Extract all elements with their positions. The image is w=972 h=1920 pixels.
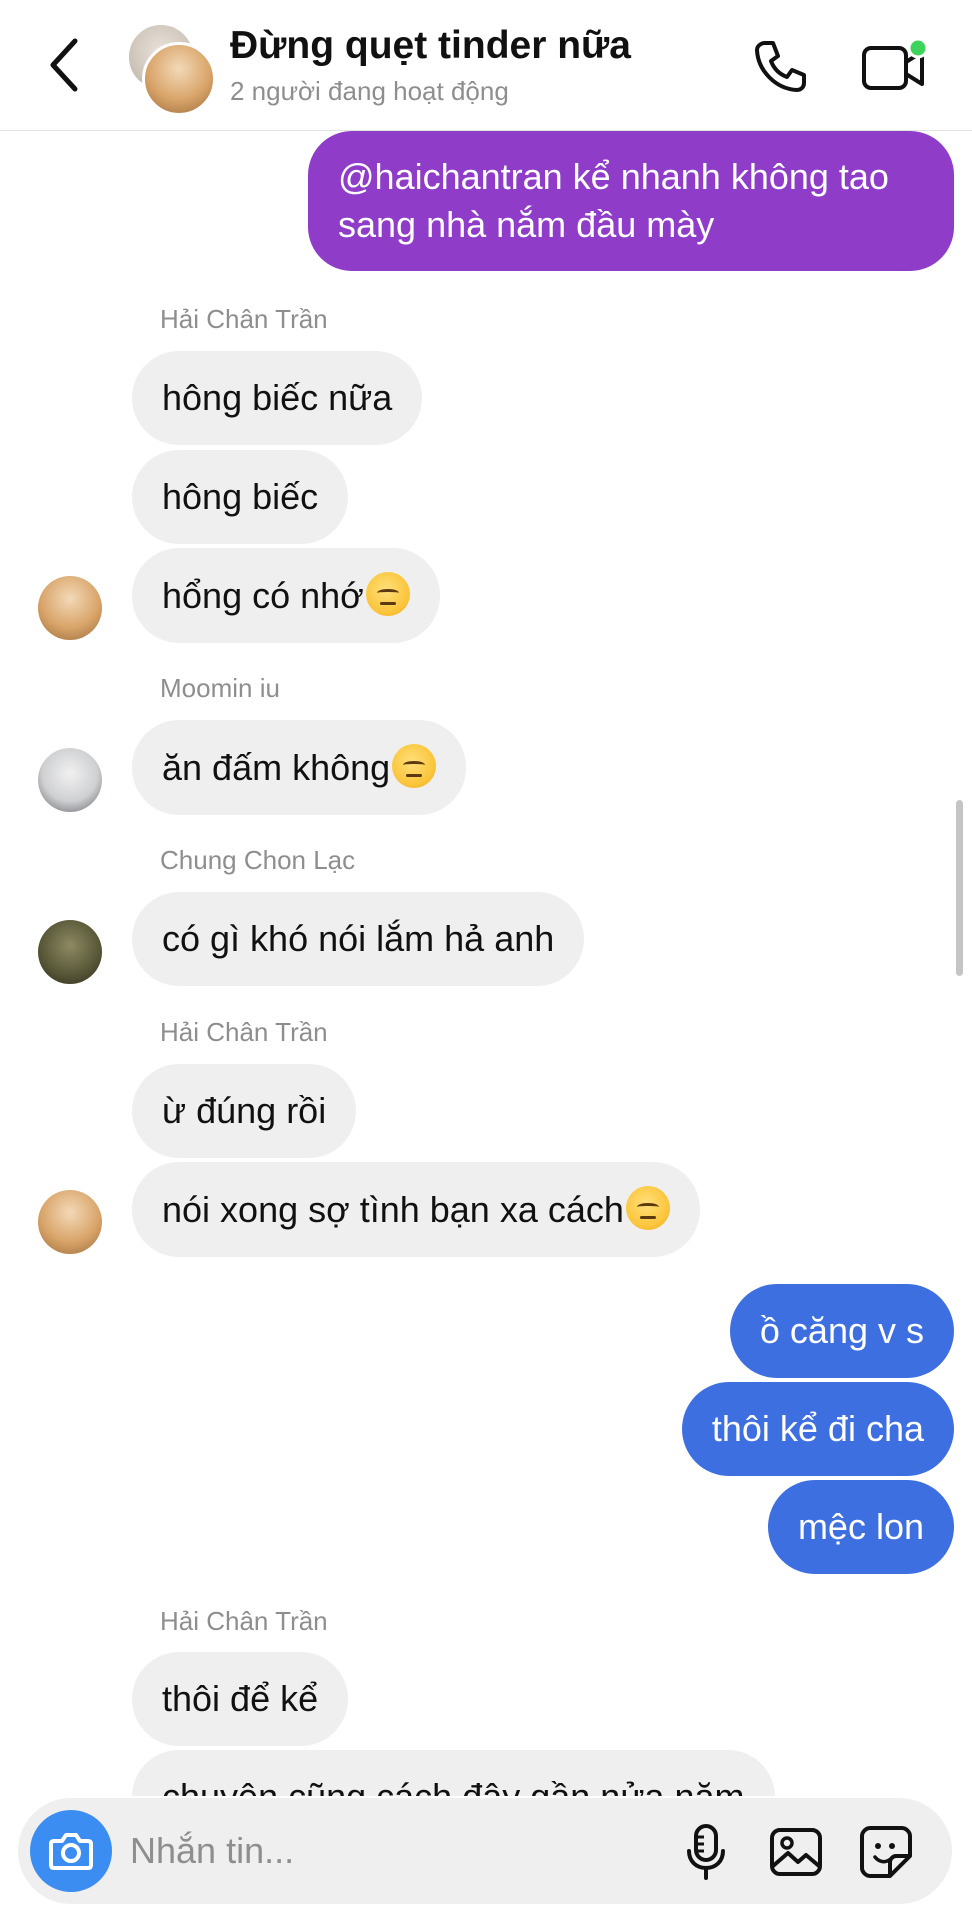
- phone-icon: [755, 41, 806, 92]
- video-camera-icon: [862, 37, 928, 90]
- sender-name: Hải Chân Trần: [160, 304, 328, 334]
- message-composer: [18, 1798, 952, 1904]
- chat-title[interactable]: Đừng quẹt tinder nữa: [230, 24, 631, 68]
- microphone-icon: [687, 1824, 725, 1880]
- avatar[interactable]: [38, 748, 102, 812]
- sender-name: Moomin iu: [160, 673, 280, 703]
- camera-icon: [49, 1833, 93, 1870]
- message-bubble-incoming[interactable]: hông biếc nữa: [132, 351, 423, 445]
- scrollbar[interactable]: [956, 800, 963, 976]
- message-bubble-outgoing[interactable]: @haichantran kể nhanh không tao sang nhà…: [308, 131, 954, 271]
- video-call-button[interactable]: [858, 34, 930, 98]
- pensive-face-emoji: [625, 1186, 670, 1230]
- message-bubble-outgoing[interactable]: mệc lon: [767, 1480, 954, 1574]
- pensive-face-emoji: [365, 572, 410, 616]
- sender-name: Hải Chân Trần: [160, 1017, 328, 1047]
- message-input[interactable]: [130, 1826, 550, 1876]
- message-bubble-incoming[interactable]: hông biếc: [132, 450, 349, 544]
- avatar[interactable]: [38, 1190, 102, 1254]
- active-status: 2 người đang hoạt động: [230, 76, 509, 106]
- upside-down-face-emoji: [392, 744, 437, 788]
- message-bubble-outgoing[interactable]: thôi kể đi cha: [681, 1382, 954, 1476]
- avatar[interactable]: [38, 920, 102, 984]
- voice-message-button[interactable]: [678, 1822, 734, 1882]
- online-dot: [907, 37, 928, 59]
- message-text: ăn đấm không: [162, 747, 391, 788]
- avatar[interactable]: [38, 576, 102, 640]
- sticker-button[interactable]: [856, 1822, 916, 1882]
- chat-header: Đừng quẹt tinder nữa 2 người đang hoạt đ…: [0, 0, 972, 131]
- back-button[interactable]: [40, 32, 90, 98]
- message-bubble-incoming[interactable]: ừ đúng rồi: [132, 1064, 357, 1158]
- camera-button[interactable]: [30, 1810, 112, 1892]
- sender-name: Hải Chân Trần: [160, 1606, 328, 1636]
- message-bubble-incoming[interactable]: ăn đấm không: [132, 720, 467, 815]
- image-gallery-icon: [770, 1828, 822, 1876]
- message-bubble-incoming[interactable]: có gì khó nói lắm hả anh: [132, 892, 585, 986]
- chevron-left-icon: [50, 38, 78, 92]
- message-bubble-incoming[interactable]: nói xong sợ tình bạn xa cách: [132, 1162, 700, 1257]
- sticker-icon: [860, 1826, 912, 1878]
- member-avatar-front: [142, 42, 216, 116]
- message-bubble-outgoing[interactable]: ồ căng v s: [729, 1284, 954, 1378]
- group-avatar[interactable]: [126, 22, 216, 116]
- message-text: hổng có nhớ: [162, 575, 364, 616]
- message-bubble-incoming[interactable]: hổng có nhớ: [132, 548, 440, 643]
- gallery-button[interactable]: [766, 1822, 826, 1882]
- message-text: nói xong sợ tình bạn xa cách: [162, 1189, 624, 1230]
- sender-name: Chung Chon Lạc: [160, 845, 356, 875]
- message-bubble-incoming[interactable]: thôi để kể: [132, 1652, 349, 1746]
- call-button[interactable]: [748, 34, 812, 98]
